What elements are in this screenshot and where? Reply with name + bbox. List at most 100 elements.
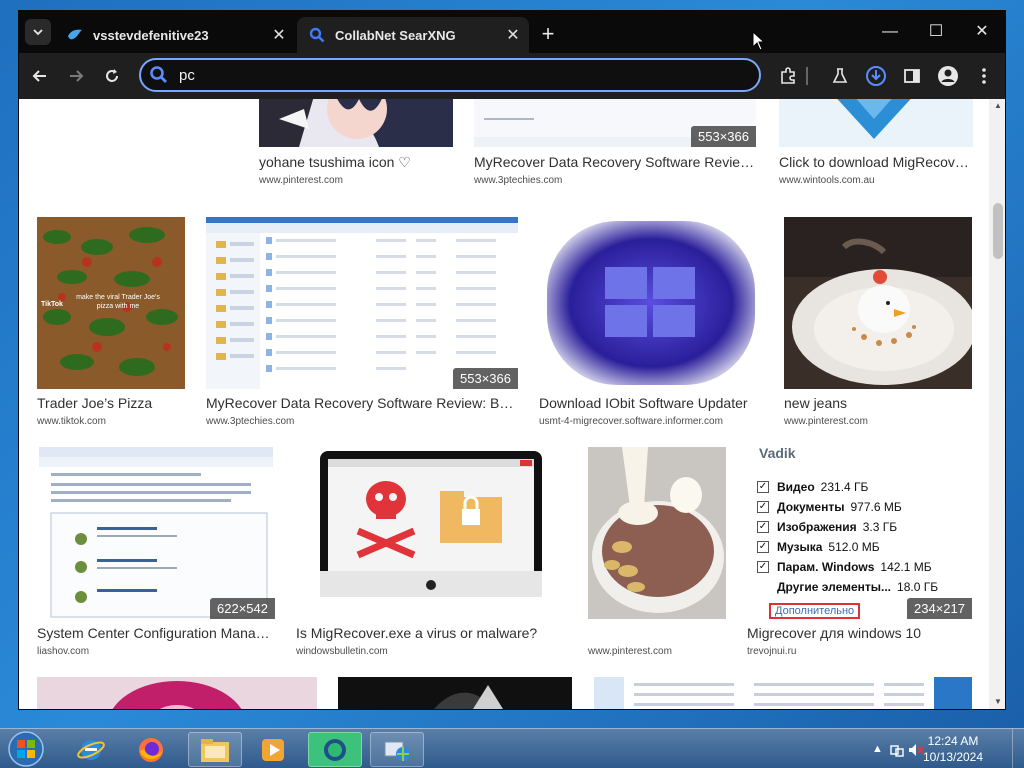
result-title[interactable]: new jeans (784, 395, 972, 411)
tab-vsstevdefenitive23[interactable]: vsstevdefenitive23 ✕ (55, 17, 295, 53)
extensions-puzzle-icon[interactable] (776, 64, 800, 88)
result-thumbnail[interactable] (37, 677, 317, 709)
profile-avatar-icon[interactable] (936, 64, 960, 88)
scroll-up-icon[interactable]: ▲ (993, 101, 1003, 110)
result-card[interactable]: Download IObit Software Updater usmt-4-m… (539, 217, 763, 427)
taskbar-app-green[interactable] (308, 732, 362, 767)
minimize-icon[interactable]: — (867, 19, 913, 45)
result-card[interactable]: www.pinterest.com (588, 447, 726, 657)
result-thumbnail[interactable]: make the viral Trader Joe's pizza with m… (37, 217, 185, 389)
checkbox-icon: ✓ (757, 561, 769, 573)
result-card[interactable] (594, 677, 972, 709)
result-card[interactable]: Vadik ✓ Видео 231.4 ГБ ✓ Документы 977.6… (747, 447, 972, 657)
tab-title: CollabNet SearXNG (335, 27, 456, 43)
result-source: www.wintools.com.au (779, 175, 875, 186)
result-thumbnail[interactable]: 553×366 (474, 99, 756, 147)
pasta-bowl-image (588, 447, 726, 619)
more-menu-icon[interactable] (972, 64, 996, 88)
result-card[interactable]: Is MigRecover.exe a virus or malware? wi… (296, 447, 566, 657)
search-icon (150, 66, 167, 83)
result-thumbnail[interactable]: Vadik ✓ Видео 231.4 ГБ ✓ Документы 977.6… (747, 447, 972, 619)
result-card[interactable]: Click to download MigRecover ... www.win… (779, 99, 973, 195)
image-results-grid: yohane tsushima icon ♡ www.pinterest.com… (19, 99, 989, 709)
taskbar-firefox[interactable] (124, 732, 178, 767)
new-tab-plus-icon[interactable]: + (537, 21, 559, 47)
result-title[interactable]: Migrecover для windows 10 (747, 625, 972, 641)
start-button[interactable] (6, 730, 46, 768)
result-title[interactable]: yohane tsushima icon ♡ (259, 154, 453, 171)
show-hidden-icons-icon[interactable]: ▲ (872, 743, 883, 755)
windows-dialog-screenshot-image (37, 447, 275, 619)
result-title[interactable]: Download IObit Software Updater (539, 395, 763, 411)
bird-favicon-icon (67, 27, 83, 43)
taskbar-file-explorer[interactable] (188, 732, 242, 767)
result-title[interactable]: Click to download MigRecover ... (779, 154, 973, 170)
tab-collabnet-searxng[interactable]: CollabNet SearXNG ✕ (297, 17, 529, 53)
vertical-scrollbar[interactable]: ▲ ▼ (989, 99, 1005, 709)
result-card[interactable]: 622×542 System Center Configuration Mana… (37, 447, 275, 657)
result-thumbnail[interactable] (338, 677, 572, 709)
address-bar[interactable] (139, 58, 761, 92)
maximize-icon[interactable]: ☐ (913, 19, 959, 45)
iobit-logo-image (539, 217, 763, 389)
storage-row: ✓ Парам. Windows 142.1 МБ (757, 560, 932, 574)
result-source: liashov.com (37, 646, 90, 657)
result-card[interactable]: new jeans www.pinterest.com (784, 217, 972, 427)
side-panel-icon[interactable] (900, 64, 924, 88)
result-thumbnail[interactable] (594, 677, 972, 709)
storage-row: ✓ Видео 231.4 ГБ (757, 480, 869, 494)
result-thumbnail[interactable] (259, 99, 453, 147)
network-status-icon[interactable] (890, 743, 904, 760)
system-clock[interactable]: 12:24 AM 10/13/2024 (922, 733, 984, 765)
result-card[interactable]: 553×366 MyRecover Data Recovery Software… (206, 217, 518, 427)
result-title[interactable]: Is MigRecover.exe a virus or malware? (296, 625, 566, 641)
chevron-down-icon (33, 29, 43, 36)
result-thumbnail[interactable] (784, 217, 972, 389)
result-source: www.pinterest.com (784, 416, 868, 427)
back-arrow-icon[interactable] (27, 63, 53, 89)
taskbar: ▲ 12:24 AM 10/13/2024 (0, 728, 1024, 768)
reload-icon[interactable] (99, 63, 125, 89)
result-thumbnail[interactable]: 553×366 (206, 217, 518, 389)
result-source: www.pinterest.com (259, 175, 343, 186)
result-card[interactable] (37, 677, 317, 709)
download-icon[interactable] (864, 64, 888, 88)
taskbar-network-app[interactable] (370, 732, 424, 767)
forward-arrow-icon[interactable] (63, 63, 89, 89)
show-desktop-button[interactable] (1012, 729, 1024, 768)
taskbar-media-player[interactable] (246, 732, 300, 767)
result-thumbnail[interactable] (779, 99, 973, 147)
mouse-cursor-icon (752, 31, 766, 51)
address-input[interactable] (179, 66, 719, 84)
result-card[interactable]: yohane tsushima icon ♡ www.pinterest.com (259, 99, 453, 195)
result-thumbnail[interactable]: 622×542 (37, 447, 275, 619)
result-title[interactable]: MyRecover Data Recovery Software Review:… (206, 395, 518, 411)
result-thumbnail[interactable] (296, 447, 566, 619)
result-title[interactable]: Trader Joe’s Pizza (37, 395, 185, 411)
result-source: trevojnui.ru (747, 646, 797, 657)
image-dimensions: 553×366 (453, 368, 518, 389)
more-link: Дополнительно (769, 603, 861, 619)
close-tab-icon[interactable]: ✕ (269, 25, 289, 45)
result-thumbnail[interactable] (588, 447, 726, 619)
lab-flask-icon[interactable] (828, 64, 852, 88)
file-table-screenshot-image (594, 677, 972, 709)
result-card[interactable] (338, 677, 572, 709)
thumbnail-caption: make the viral Trader Joe's pizza with m… (76, 294, 160, 310)
result-card[interactable]: 553×366 MyRecover Data Recovery Software… (474, 99, 756, 195)
tab-search-button[interactable] (25, 19, 51, 45)
taskbar-internet-explorer[interactable] (64, 732, 118, 767)
scrollbar-thumb[interactable] (993, 203, 1003, 259)
scroll-down-icon[interactable]: ▼ (993, 697, 1003, 706)
result-title[interactable]: System Center Configuration Manager ... (37, 625, 275, 641)
storage-row: ✓ Документы 977.6 МБ (757, 500, 902, 514)
tab-title: vsstevdefenitive23 (93, 27, 209, 43)
anime-character-image (259, 99, 453, 147)
close-tab-icon[interactable]: ✕ (503, 25, 523, 45)
result-thumbnail[interactable] (539, 217, 763, 389)
close-window-icon[interactable]: ✕ (959, 19, 1005, 45)
result-source: usmt-4-migrecover.software.informer.com (539, 416, 723, 427)
image-dimensions: 234×217 (907, 598, 972, 619)
result-title[interactable]: MyRecover Data Recovery Software Review:… (474, 154, 756, 170)
result-card[interactable]: make the viral Trader Joe's pizza with m… (37, 217, 185, 427)
